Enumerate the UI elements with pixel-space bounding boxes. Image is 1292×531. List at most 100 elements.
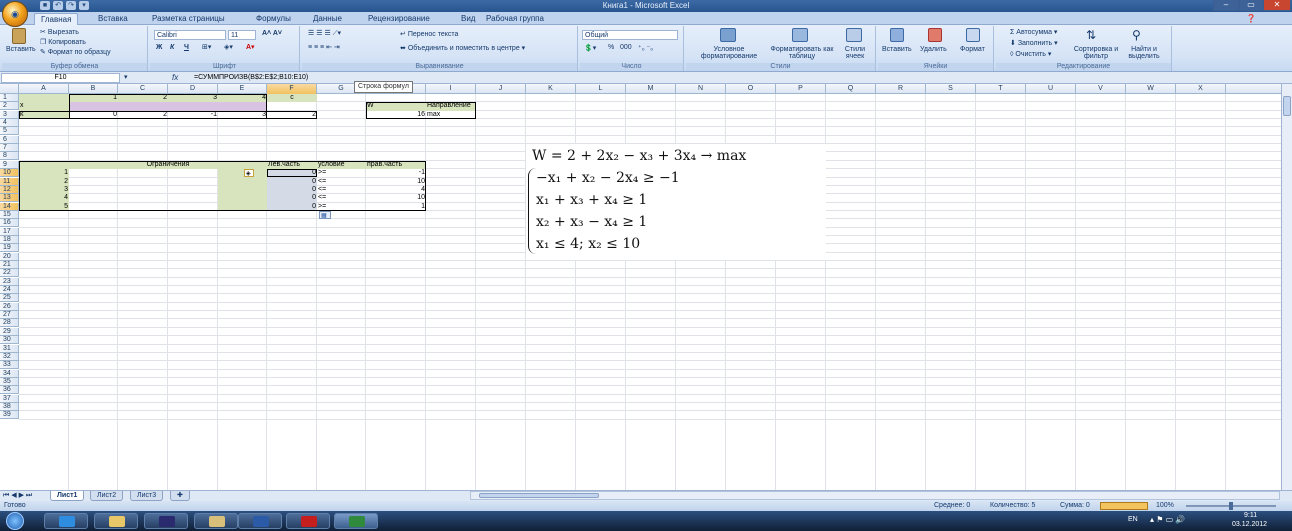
- cell-f11[interactable]: 0: [267, 178, 317, 186]
- column-header-s[interactable]: S: [926, 84, 976, 94]
- fill-button[interactable]: ⬇ Заполнить ▾: [1010, 39, 1058, 47]
- row-header-38[interactable]: 38: [0, 402, 19, 411]
- zoom-level[interactable]: 100%: [1156, 501, 1174, 511]
- vertical-scroll-thumb[interactable]: [1283, 96, 1291, 116]
- cell-g11[interactable]: <=: [317, 178, 366, 186]
- cell-a13[interactable]: 4: [19, 194, 69, 202]
- cell-d1[interactable]: 3: [168, 94, 218, 102]
- smart-tag-icon[interactable]: ◈: [244, 169, 254, 178]
- cell-a12[interactable]: 3: [19, 186, 69, 194]
- new-sheet-icon[interactable]: ✚: [170, 491, 190, 501]
- tab-page-layout[interactable]: Разметка страницы: [146, 13, 231, 25]
- row-header-16[interactable]: 16: [0, 219, 19, 228]
- formula-input[interactable]: =СУММПРОИЗВ(B$2:E$2;B10:E10): [194, 73, 308, 83]
- tab-workgroup[interactable]: Рабочая группа: [480, 13, 550, 25]
- column-header-d[interactable]: D: [168, 84, 218, 94]
- autosum-button[interactable]: Σ Автосумма ▾: [1010, 28, 1057, 36]
- column-header-l[interactable]: L: [576, 84, 626, 94]
- qat-dropdown-icon[interactable]: ▾: [79, 1, 89, 10]
- cell-e3[interactable]: 3: [218, 111, 267, 119]
- number-format-select[interactable]: Общий: [582, 30, 678, 40]
- cell-h14[interactable]: 1: [366, 203, 426, 211]
- column-header-a[interactable]: A: [19, 84, 69, 94]
- percent-button[interactable]: %: [608, 44, 614, 51]
- language-indicator[interactable]: EN: [1128, 516, 1138, 523]
- tab-view[interactable]: Вид: [455, 13, 481, 25]
- row-header-21[interactable]: 21: [0, 261, 19, 269]
- cell-b9[interactable]: Ограничения: [69, 161, 267, 169]
- cell-i3[interactable]: max: [426, 111, 524, 119]
- delete-cells-icon[interactable]: [928, 28, 942, 42]
- decimal-icon[interactable]: ⁺₀ ⁻₀: [638, 44, 653, 52]
- sort-filter-icon[interactable]: ⇅: [1086, 28, 1096, 42]
- cell-h9[interactable]: прав.часть: [366, 161, 426, 169]
- taskbar-acrobat[interactable]: [286, 513, 330, 529]
- row-header-26[interactable]: 26: [0, 302, 19, 311]
- row-header-32[interactable]: 32: [0, 352, 19, 361]
- cell-a3[interactable]: k: [19, 111, 69, 119]
- row-header-33[interactable]: 33: [0, 361, 19, 370]
- cell-a10[interactable]: 1: [19, 169, 69, 177]
- row-header-18[interactable]: 18: [0, 235, 19, 244]
- sheet-nav-arrows-icon[interactable]: ⏮ ◀ ▶ ⏭: [3, 491, 32, 501]
- help-icon[interactable]: ❓: [1240, 13, 1262, 25]
- column-header-w[interactable]: W: [1126, 84, 1176, 94]
- taskbar-media[interactable]: [144, 513, 188, 529]
- vertical-scrollbar[interactable]: [1281, 84, 1292, 490]
- row-header-9[interactable]: 9: [0, 160, 19, 169]
- taskbar-ie[interactable]: [44, 513, 88, 529]
- cell-h11[interactable]: 10: [366, 178, 426, 186]
- cell-c3[interactable]: 2: [118, 111, 168, 119]
- format-as-table-button[interactable]: Форматировать как таблицу: [770, 46, 834, 60]
- column-header-f[interactable]: F: [267, 84, 317, 94]
- tab-formulas[interactable]: Формулы: [250, 13, 297, 25]
- cut-button[interactable]: ✂ Вырезать: [40, 28, 79, 36]
- undo-icon[interactable]: ↶: [53, 1, 63, 10]
- minimize-button[interactable]: –: [1213, 0, 1239, 11]
- name-box[interactable]: F10: [1, 73, 120, 83]
- row-header-4[interactable]: 4: [0, 119, 19, 128]
- column-header-e[interactable]: E: [218, 84, 267, 94]
- horizontal-scroll-thumb[interactable]: [479, 493, 599, 498]
- row-header-8[interactable]: 8: [0, 152, 19, 161]
- column-header-q[interactable]: Q: [826, 84, 876, 94]
- office-button[interactable]: ◉: [2, 1, 28, 27]
- cell-h12[interactable]: 4: [366, 186, 426, 194]
- tab-home[interactable]: Главная: [34, 13, 79, 25]
- fill-color-icon[interactable]: ◈▾: [224, 43, 233, 51]
- row-header-25[interactable]: 25: [0, 294, 19, 303]
- row-header-11[interactable]: 11: [0, 177, 19, 186]
- row-header-12[interactable]: 12: [0, 185, 19, 194]
- column-header-v[interactable]: V: [1076, 84, 1126, 94]
- cell-b3[interactable]: 0: [69, 111, 118, 119]
- clear-button[interactable]: ◊ Очистить ▾: [1010, 50, 1051, 58]
- currency-icon[interactable]: 💲▾: [584, 44, 596, 52]
- row-header-31[interactable]: 31: [0, 344, 19, 353]
- thousands-button[interactable]: 000: [620, 44, 632, 51]
- autofill-options-icon[interactable]: ▦: [319, 210, 331, 219]
- row-header-10[interactable]: 10: [0, 169, 19, 178]
- tray-icons[interactable]: ▴ ⚑ ▭ 🔊: [1150, 515, 1185, 524]
- cell-c1[interactable]: 2: [118, 94, 168, 102]
- cell-e1[interactable]: 4: [218, 94, 267, 102]
- sheet-tab-1[interactable]: Лист1: [50, 491, 85, 501]
- cell-h13[interactable]: 10: [366, 194, 426, 202]
- insert-cells-icon[interactable]: [890, 28, 904, 42]
- math-formula-image[interactable]: W = 2 + 2x₂ − x₃ + 3x₄ → max −x₁ + x₂ − …: [526, 144, 826, 260]
- underline-button[interactable]: Ч: [184, 44, 189, 51]
- row-header-36[interactable]: 36: [0, 386, 19, 395]
- close-button[interactable]: ✕: [1263, 0, 1291, 11]
- cell-g9[interactable]: условие: [317, 161, 366, 169]
- row-header-37[interactable]: 37: [0, 394, 19, 403]
- row-header-6[interactable]: 6: [0, 135, 19, 144]
- binoculars-icon[interactable]: ⚲: [1132, 28, 1141, 42]
- cell-styles-button[interactable]: Стили ячеек: [838, 46, 872, 60]
- row-header-35[interactable]: 35: [0, 377, 19, 386]
- copy-button[interactable]: ❐ Копировать: [40, 38, 86, 46]
- zoom-slider-thumb[interactable]: [1229, 502, 1233, 510]
- font-name-select[interactable]: Calibri: [154, 30, 226, 40]
- borders-icon[interactable]: ⊞▾: [202, 43, 211, 51]
- insert-function-button[interactable]: fx: [172, 73, 178, 82]
- column-header-j[interactable]: J: [476, 84, 526, 94]
- italic-button[interactable]: К: [170, 44, 174, 51]
